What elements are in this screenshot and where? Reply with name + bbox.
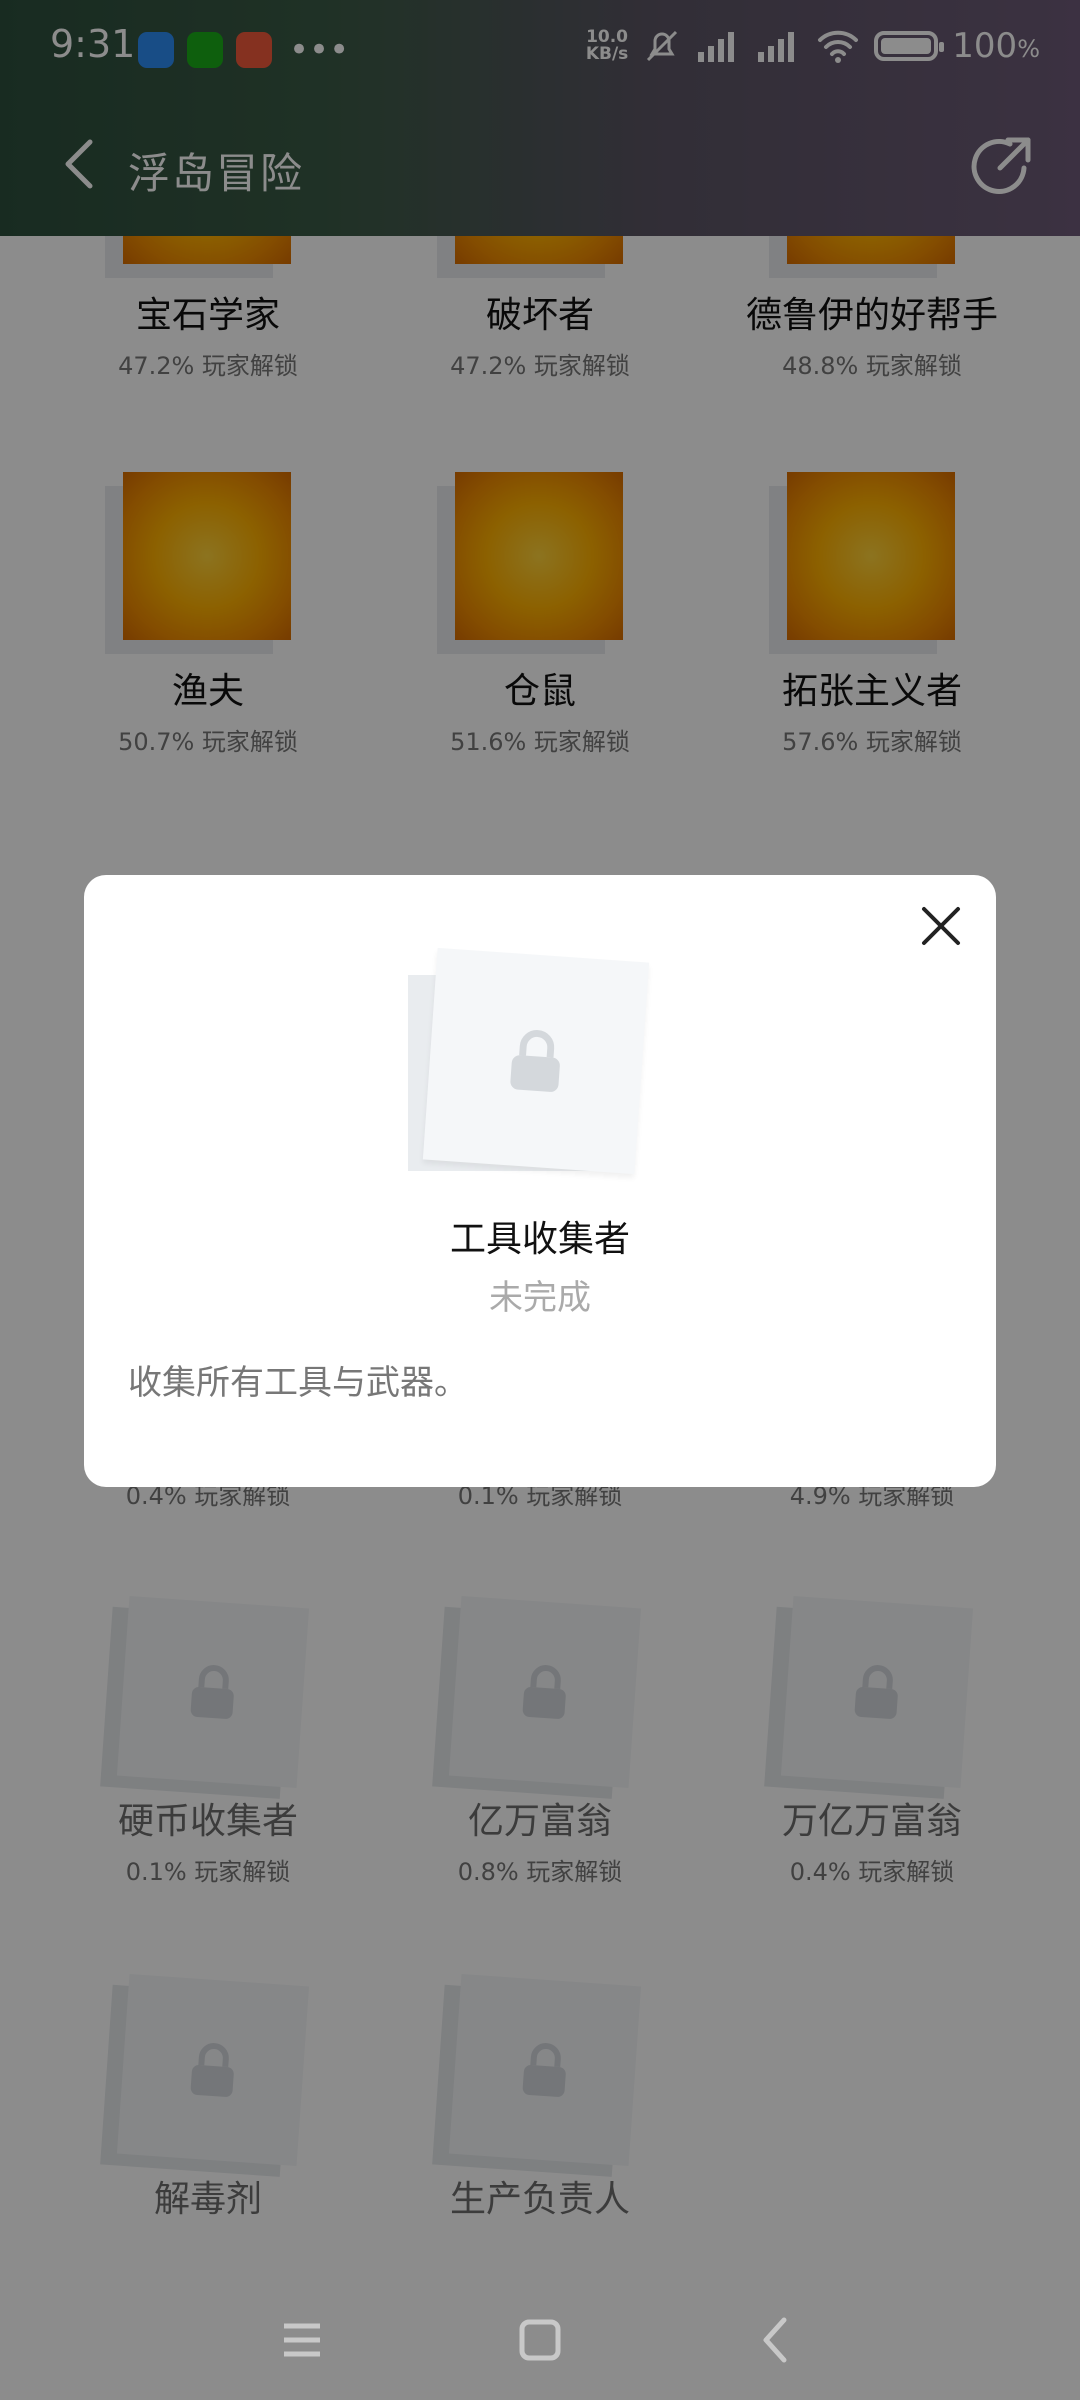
back-icon[interactable] [746,2310,806,2370]
dialog-title: 工具收集者 [449,1219,630,1260]
badge-card-front [422,947,650,1175]
dialog-status: 未完成 [489,1278,591,1318]
lock-icon [510,1030,560,1092]
dialog-description: 收集所有工具与武器。 [128,1363,468,1403]
system-nav-bar [0,2290,1080,2400]
close-icon[interactable] [916,901,966,951]
achievement-detail-dialog: 工具收集者 未完成 收集所有工具与武器。 [84,875,996,1487]
home-icon[interactable] [510,2310,570,2370]
locked-badge [408,947,654,1185]
menu-icon[interactable] [272,2310,332,2370]
